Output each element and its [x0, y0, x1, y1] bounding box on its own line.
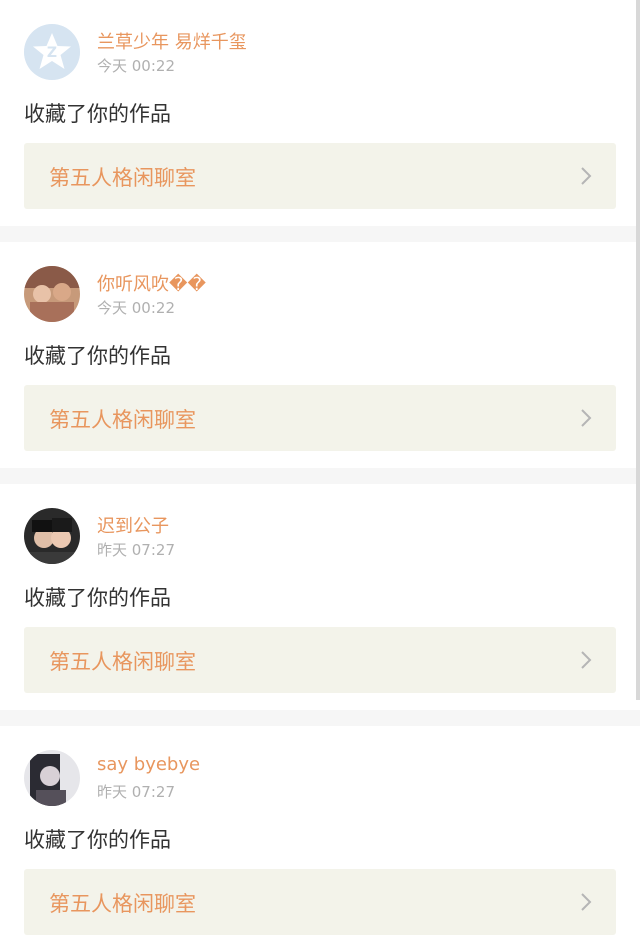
chevron-right-icon: [581, 893, 592, 911]
avatar[interactable]: [24, 750, 80, 806]
notification-item: Z 兰草少年 易烊千玺 今天 00:22 收藏了你的作品 第五人格闲聊室: [0, 0, 640, 226]
photo-avatar-icon: [24, 750, 80, 806]
timestamp: 今天 00:22: [97, 299, 175, 317]
username[interactable]: 兰草少年 易烊千玺: [97, 28, 247, 54]
work-link[interactable]: 第五人格闲聊室: [24, 385, 616, 451]
notification-feed: Z 兰草少年 易烊千玺 今天 00:22 收藏了你的作品 第五人格闲聊室 你听风…: [0, 0, 640, 952]
default-star-avatar-icon: Z: [24, 24, 80, 80]
separator: [0, 226, 640, 242]
notification-item: 你听风吹�� 今天 00:22 收藏了你的作品 第五人格闲聊室: [0, 242, 640, 468]
action-text: 收藏了你的作品: [24, 586, 171, 610]
separator: [0, 710, 640, 726]
work-title: 第五人格闲聊室: [49, 166, 196, 190]
photo-avatar-icon: [24, 266, 80, 322]
notification-item: say byebye 昨天 07:27 收藏了你的作品 第五人格闲聊室: [0, 726, 640, 952]
timestamp: 昨天 07:27: [97, 783, 175, 801]
timestamp: 昨天 07:27: [97, 541, 175, 559]
chevron-right-icon: [581, 167, 592, 185]
notification-item: 迟到公子 昨天 07:27 收藏了你的作品 第五人格闲聊室: [0, 484, 640, 710]
action-text: 收藏了你的作品: [24, 828, 171, 852]
chevron-right-icon: [581, 409, 592, 427]
username[interactable]: 迟到公子: [97, 512, 169, 538]
work-title: 第五人格闲聊室: [49, 650, 196, 674]
avatar[interactable]: Z: [24, 24, 80, 80]
work-link[interactable]: 第五人格闲聊室: [24, 627, 616, 693]
svg-text:Z: Z: [47, 45, 57, 61]
avatar[interactable]: [24, 266, 80, 322]
username[interactable]: 你听风吹��: [97, 270, 206, 296]
scrollbar[interactable]: [636, 0, 640, 700]
action-text: 收藏了你的作品: [24, 344, 171, 368]
photo-avatar-icon: [24, 508, 80, 564]
action-text: 收藏了你的作品: [24, 102, 171, 126]
work-link[interactable]: 第五人格闲聊室: [24, 869, 616, 935]
chevron-right-icon: [581, 651, 592, 669]
username[interactable]: say byebye: [97, 754, 200, 775]
work-title: 第五人格闲聊室: [49, 892, 196, 916]
work-link[interactable]: 第五人格闲聊室: [24, 143, 616, 209]
separator: [0, 468, 640, 484]
timestamp: 今天 00:22: [97, 57, 175, 75]
work-title: 第五人格闲聊室: [49, 408, 196, 432]
avatar[interactable]: [24, 508, 80, 564]
